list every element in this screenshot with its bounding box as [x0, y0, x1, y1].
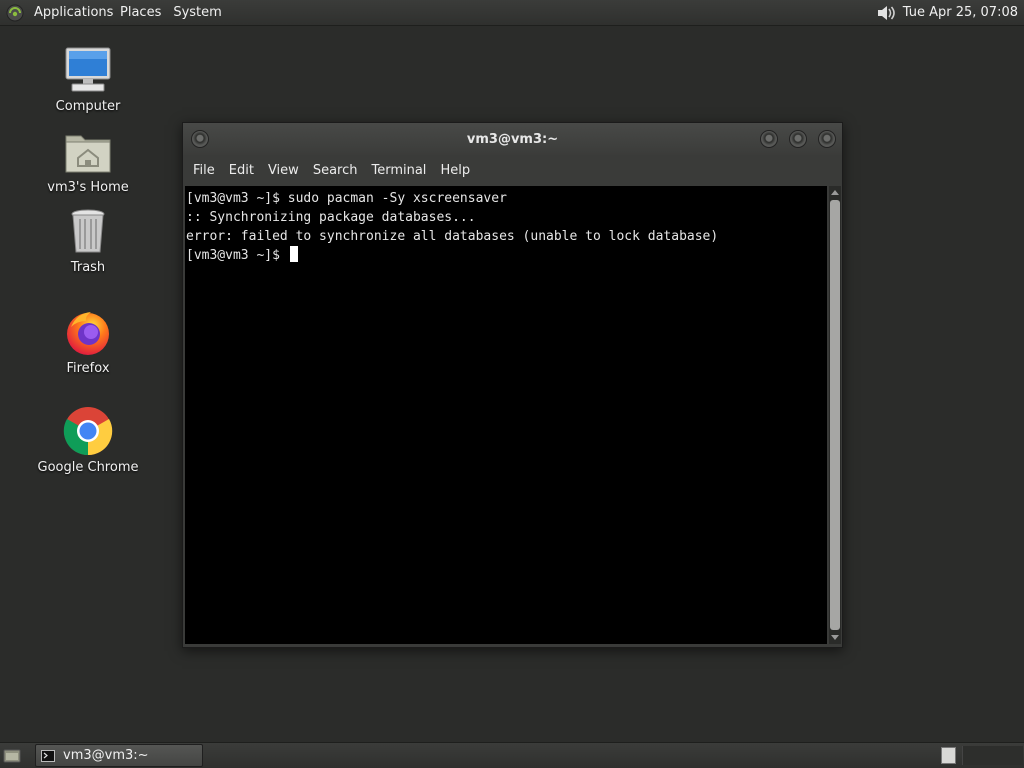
terminal-line: error: failed to synchronize all databas… — [186, 229, 719, 244]
close-button[interactable] — [818, 130, 836, 148]
scroll-down-icon[interactable] — [831, 635, 839, 640]
terminal-prompt: [vm3@vm3 ~]$ — [186, 248, 288, 263]
workspace-switcher-1[interactable] — [941, 747, 956, 764]
mate-logo-icon[interactable] — [6, 4, 24, 22]
workspace-switcher-2[interactable] — [962, 746, 1023, 765]
taskbar-item-label: vm3@vm3:~ — [63, 748, 149, 763]
desktop-icon-firefox[interactable]: Firefox — [33, 307, 143, 376]
desktop-icon-chrome[interactable]: Google Chrome — [33, 406, 143, 475]
taskbar-item-terminal[interactable]: vm3@vm3:~ — [35, 744, 203, 767]
minimize-button[interactable] — [760, 130, 778, 148]
maximize-button[interactable] — [789, 130, 807, 148]
window-title: vm3@vm3:~ — [466, 131, 559, 147]
terminal-menubar: File Edit View Search Terminal Help — [183, 155, 842, 185]
applications-menu[interactable]: Applications — [28, 5, 114, 20]
window-titlebar[interactable]: vm3@vm3:~ — [183, 123, 842, 155]
terminal-line: :: Synchronizing package databases... — [186, 210, 476, 225]
trash-icon — [71, 209, 105, 253]
terminal-prompt-line: [vm3@vm3 ~]$ — [186, 246, 827, 265]
menu-terminal[interactable]: Terminal — [364, 163, 433, 178]
desktop-icon-label: Trash — [70, 260, 106, 275]
terminal-window[interactable]: vm3@vm3:~ File Edit View Search Terminal… — [182, 122, 843, 648]
bottom-panel: vm3@vm3:~ — [0, 742, 1024, 768]
system-menu[interactable]: System — [167, 5, 227, 20]
desktop-icon-home[interactable]: vm3's Home — [33, 128, 143, 195]
window-menu-button[interactable] — [191, 130, 209, 148]
menu-help[interactable]: Help — [433, 163, 477, 178]
computer-icon — [65, 47, 111, 92]
chrome-icon — [63, 407, 113, 456]
top-panel: Applications Places System Tue Apr 25, 0… — [0, 0, 1024, 26]
terminal-output[interactable]: [vm3@vm3 ~]$ sudo pacman -Sy xscreensave… — [185, 186, 827, 644]
text-cursor — [289, 246, 298, 262]
menu-search[interactable]: Search — [306, 163, 365, 178]
desktop-icon-trash[interactable]: Trash — [33, 208, 143, 275]
scroll-thumb[interactable] — [830, 200, 840, 630]
terminal-icon — [41, 749, 55, 762]
volume-icon[interactable] — [875, 3, 897, 23]
places-menu[interactable]: Places — [114, 5, 167, 20]
desktop-icon-label: Google Chrome — [37, 460, 139, 475]
desktop-icon-computer[interactable]: Computer — [33, 45, 143, 114]
home-folder-icon — [65, 135, 111, 173]
firefox-icon — [67, 312, 109, 355]
menu-edit[interactable]: Edit — [222, 163, 261, 178]
terminal-scrollbar[interactable] — [829, 186, 841, 644]
clock[interactable]: Tue Apr 25, 07:08 — [903, 5, 1024, 20]
terminal-line: [vm3@vm3 ~]$ sudo pacman -Sy xscreensave… — [186, 191, 507, 206]
menu-file[interactable]: File — [186, 163, 222, 178]
desktop-icon-label: vm3's Home — [47, 180, 129, 195]
desktop-icon-label: Computer — [55, 99, 121, 114]
desktop-icon-label: Firefox — [66, 361, 110, 376]
scroll-up-icon[interactable] — [831, 190, 839, 195]
show-desktop-icon[interactable] — [3, 748, 21, 764]
menu-view[interactable]: View — [261, 163, 306, 178]
